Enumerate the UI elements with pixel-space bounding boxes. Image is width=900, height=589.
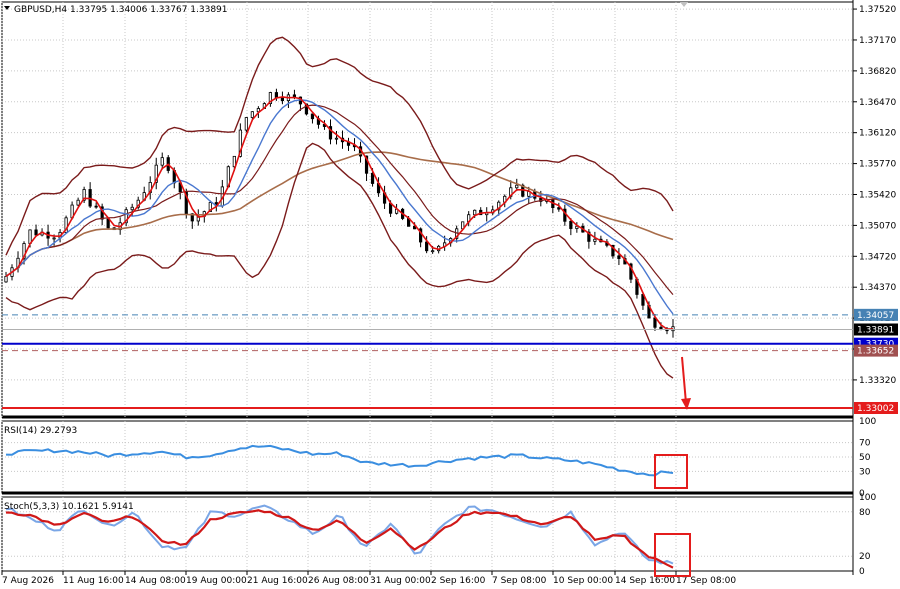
candle-body: [593, 238, 597, 242]
bollinger-mid-line: [5, 104, 674, 295]
candle-body: [515, 184, 519, 189]
dropdown-icon: [4, 6, 10, 10]
time-tick-label: 26 Aug 08:00: [308, 576, 369, 586]
candle-body: [557, 207, 561, 210]
price-tick-label: 1.35070: [859, 221, 896, 231]
stoch-tick-label: 80: [859, 508, 871, 518]
time-tick-label: 21 Aug 16:00: [247, 576, 308, 586]
candle-body: [310, 113, 315, 120]
candle-body: [653, 317, 657, 328]
rsi-label: RSI(14) 29.2793: [4, 426, 77, 436]
stoch-panel[interactable]: [5, 504, 674, 569]
shift-marker-icon: [680, 2, 688, 7]
candle-body: [425, 241, 429, 252]
time-tick-label: 7 Aug 2026: [2, 576, 54, 586]
candle-body: [4, 275, 8, 283]
time-tick-label: 14 Aug 08:00: [125, 576, 186, 586]
stoch-highlight-box: [654, 533, 691, 577]
time-tick-label: 2 Sep 16:00: [431, 576, 486, 586]
ma-mid-line: [5, 99, 674, 315]
grid: [1, 0, 854, 575]
candle-body: [34, 229, 38, 236]
time-tick-label: 11 Aug 16:00: [63, 576, 124, 586]
rsi-tick-label: 50: [859, 453, 871, 463]
stoch-tick-label: 20: [859, 552, 871, 562]
stoch-tick-label: 0: [859, 567, 865, 577]
price-tick-label: 1.34720: [859, 252, 896, 262]
candle-body: [160, 157, 164, 166]
chart-area[interactable]: 1.37520 1.37170 1.36820 1.36470 1.36120 1.357…: [0, 0, 900, 589]
rsi-tick-label: 70: [859, 439, 871, 449]
time-tick-label: 7 Sep 08:00: [492, 576, 547, 586]
arrow-shaft: [681, 356, 687, 404]
candle-body: [274, 92, 279, 98]
candle-body: [250, 111, 254, 118]
price-tick-label: 1.37520: [859, 5, 896, 15]
symbol-title: GBPUSD,H4 1.33795 1.34006 1.33767 1.3389…: [14, 5, 228, 15]
time-tick-label: 17 Sep 08:00: [676, 576, 736, 586]
price-level-label: 1.33002: [857, 404, 894, 414]
time-tick-label: 14 Sep 16:00: [615, 576, 675, 586]
rsi-tick-label: 100: [859, 417, 876, 427]
candle-body: [334, 137, 339, 140]
candle-body: [244, 117, 248, 131]
price-tick-label: 1.36820: [859, 67, 896, 77]
price-tick-label: 1.36470: [859, 98, 896, 108]
price-axis[interactable]: 1.37520 1.37170 1.36820 1.36470 1.36120 1.357…: [853, 5, 898, 577]
price-tick-label: 1.37170: [859, 36, 896, 46]
candle-body: [569, 220, 573, 229]
candle-body: [52, 237, 56, 240]
candle-body: [130, 206, 134, 211]
candle-body: [94, 205, 98, 208]
price-tick-label: 1.35770: [859, 160, 896, 170]
time-tick-label: 19 Aug 00:00: [186, 576, 247, 586]
stoch-signal-line: [5, 504, 674, 565]
rsi-tick-label: 30: [859, 467, 871, 477]
time-tick-label: 31 Aug 00:00: [370, 576, 431, 586]
candle-body: [106, 218, 110, 229]
annotations: [4, 2, 691, 577]
candle-body: [280, 97, 285, 102]
ma-fast-line: [5, 96, 674, 330]
price-level-label: 1.33652: [857, 347, 894, 357]
price-level-label: 1.33891: [857, 325, 894, 335]
candle-body: [617, 255, 621, 259]
price-panel[interactable]: [2, 36, 853, 409]
time-axis[interactable]: 7 Aug 2026 11 Aug 16:00 14 Aug 08:00 19 Aug…: [1, 571, 736, 586]
price-tick-label: 1.33320: [859, 376, 896, 386]
candle-body: [431, 250, 435, 253]
candle-body: [473, 209, 477, 216]
price-tick-label: 1.34370: [859, 283, 896, 293]
price-level-label: 1.34057: [857, 311, 894, 321]
price-tick-label: 1.36120: [859, 129, 896, 139]
candle-body: [370, 172, 375, 184]
stoch-main-line: [5, 509, 674, 569]
price-tick-label: 1.35420: [859, 190, 896, 200]
time-tick-label: 10 Sep 00:00: [553, 576, 613, 586]
stoch-tick-label: 100: [859, 493, 876, 503]
stoch-label: Stoch(5,3,3) 10.1621 5.9141: [4, 502, 134, 512]
candle-body: [76, 199, 80, 206]
